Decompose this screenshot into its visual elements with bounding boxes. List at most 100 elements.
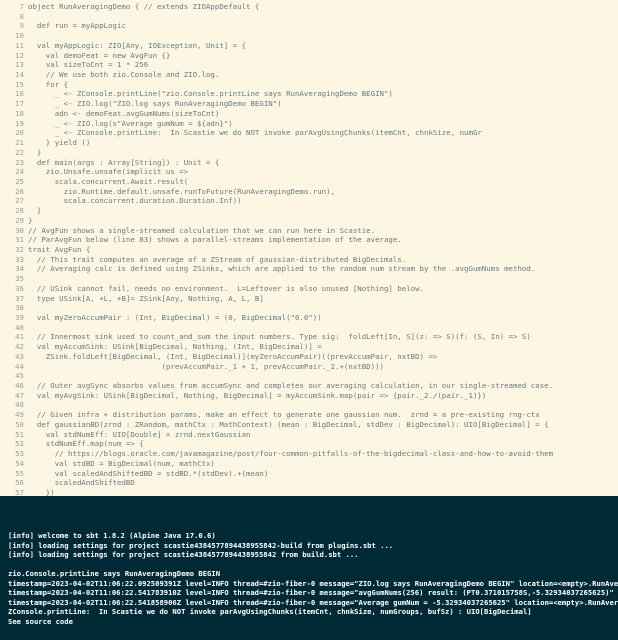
line-number-gutter: 7 8 9 10 11 12 13 14 15 16 17 18 19 20 21 22 23 24 25 26 27 2… <box>0 2 24 496</box>
line-number: 10 <box>15 31 24 41</box>
line-number: 38 <box>15 303 24 313</box>
code-line[interactable] <box>28 323 618 333</box>
code-line[interactable] <box>28 274 618 284</box>
console-line: [info] loading settings for project scas… <box>8 550 359 559</box>
line-number: 52 <box>15 439 24 449</box>
console-output: [info] welcome to sbt 1.8.2 (Alpine Java… <box>8 531 618 626</box>
line-number: 51 <box>15 429 24 439</box>
line-number: 28 <box>15 206 24 216</box>
code-line[interactable]: _ <- ZIO.log("ZIO.log says RunAveragingD… <box>28 99 618 109</box>
code-line[interactable]: zio.Unsafe.unsafe(implicit us => <box>28 167 618 177</box>
code-line[interactable]: } <box>28 148 618 158</box>
code-line[interactable]: object RunAveragingDemo { // extends ZIO… <box>28 2 618 12</box>
line-number: 29 <box>15 215 24 225</box>
line-number: 20 <box>15 128 24 138</box>
line-number: 53 <box>15 449 24 459</box>
code-line[interactable]: val myAccumSink: USink[BigDecimal, Nothi… <box>28 342 618 352</box>
code-line[interactable] <box>28 303 618 313</box>
console-line: [info] loading settings for project scas… <box>8 540 394 550</box>
code-line[interactable]: } yield () <box>28 138 618 148</box>
code-line[interactable]: def gaussianBD(zrnd : ZRandom, mathCtx :… <box>28 420 618 430</box>
console-line: timestamp=2023-04-02T11:06:22.541783910Z… <box>8 588 614 597</box>
line-number: 39 <box>15 313 24 322</box>
line-number: 56 <box>15 478 24 488</box>
code-line[interactable]: val stdBD = BigDecimal(num, mathCtx) <box>28 459 618 469</box>
code-line[interactable] <box>28 371 618 381</box>
code-line[interactable]: } <box>28 206 618 216</box>
line-number: 35 <box>15 274 24 284</box>
code-line[interactable]: // AvgFun shows a single-streamed calcul… <box>28 226 618 236</box>
line-number: 9 <box>19 21 24 31</box>
line-number: 17 <box>15 99 24 109</box>
code-line[interactable]: val sizeToCnt = 1 * 256 <box>28 60 618 70</box>
line-number: 45 <box>15 371 24 381</box>
code-line[interactable]: _ <- ZConsole.printLine("zio.Console.pri… <box>28 89 618 99</box>
line-number: 50 <box>15 419 24 429</box>
code-line[interactable]: for { <box>28 80 618 90</box>
code-content[interactable]: object RunAveragingDemo { // extends ZIO… <box>28 2 618 496</box>
code-line[interactable]: // Outer avgSync absorbs values from acc… <box>28 381 618 391</box>
line-number: 34 <box>15 264 24 274</box>
code-line[interactable]: } <box>28 216 618 226</box>
line-number: 8 <box>19 11 24 21</box>
code-line[interactable]: // https://blogs.oracle.com/javamagazine… <box>28 449 618 459</box>
line-number: 37 <box>15 293 24 303</box>
console-line: timestamp=2023-04-02T11:06:22.541858906Z… <box>8 597 618 607</box>
code-line[interactable] <box>28 400 618 410</box>
code-line[interactable]: _ <- ZIO.log(s"Average gumNum = ${adn}") <box>28 119 618 129</box>
line-number: 48 <box>15 400 24 410</box>
line-number: 26 <box>15 186 24 196</box>
code-line[interactable]: // Given infra + distribution params, ma… <box>28 410 618 420</box>
code-line[interactable]: scala.concurrent.duration.Duration.Inf)) <box>28 196 618 206</box>
line-number: 19 <box>15 118 24 128</box>
line-number: 27 <box>15 196 24 206</box>
code-editor[interactable]: 7 8 9 10 11 12 13 14 15 16 17 18 19 20 21 22 23 24 25 26 27 2… <box>0 0 618 496</box>
line-number: 13 <box>15 60 24 70</box>
code-line[interactable]: val scaledAndShiftedBD = stdBD.*(stdDev)… <box>28 469 618 479</box>
code-line[interactable]: (prevAccumPair._1 + 1, prevAccumPair._2.… <box>28 362 618 372</box>
code-line[interactable]: zio.Runtime.default.unsafe.runToFuture(R… <box>28 187 618 197</box>
code-line[interactable] <box>28 12 618 22</box>
line-number: 33 <box>15 254 24 264</box>
code-line[interactable]: // Innermost sink used to count_and_sum … <box>28 332 618 342</box>
console-line: ZConsole.printLine: In Scastie we do NOT… <box>8 607 532 616</box>
console-line: zio.Console.printLine says RunAveragingD… <box>8 569 221 578</box>
code-line[interactable]: val myAvgSink: USink[BigDecimal, Nothing… <box>28 391 618 401</box>
code-line[interactable]: // We use both zio.Console and ZIO.log. <box>28 70 618 80</box>
code-line[interactable]: // USink cannot fail, needs no environme… <box>28 284 618 294</box>
line-number: 22 <box>15 147 24 157</box>
code-line[interactable]: val demoFeat = new AvgFun {} <box>28 51 618 61</box>
code-line[interactable]: ZSink.foldLeft[BigDecimal, (Int, BigDeci… <box>28 352 618 362</box>
console-line: timestamp=2023-04-02T11:06:22.092509391Z… <box>8 578 618 588</box>
code-line[interactable]: trait AvgFun { <box>28 245 618 255</box>
output-console[interactable]: [info] welcome to sbt 1.8.2 (Alpine Java… <box>0 496 618 640</box>
line-number: 54 <box>15 458 24 468</box>
code-line[interactable]: scala.concurrent.Await.result( <box>28 177 618 187</box>
line-number: 23 <box>15 157 24 167</box>
code-line[interactable]: val myZeroAccumPair : (Int, BigDecimal) … <box>28 313 618 323</box>
code-line[interactable]: def main(args : Array[String]) : Unit = … <box>28 158 618 168</box>
code-line[interactable]: _ <- ZConsole.printLine: In Scastie we d… <box>28 128 618 138</box>
line-number: 11 <box>15 40 24 50</box>
line-number: 42 <box>15 342 24 352</box>
line-number: 46 <box>15 381 24 391</box>
line-number: 24 <box>15 167 24 177</box>
line-number: 36 <box>15 283 24 293</box>
code-line[interactable]: adn <- demoFeat.avgGumNums(sizeToCnt) <box>28 109 618 119</box>
code-line[interactable]: type USink[A, +L, +B]= ZSink[Any, Nothin… <box>28 294 618 304</box>
code-line[interactable]: scaledAndShiftedBD <box>28 478 618 488</box>
code-line[interactable]: // ParAvgFun below (line 83) shows a par… <box>28 235 618 245</box>
line-number: 49 <box>15 410 24 420</box>
line-number: 14 <box>15 70 24 80</box>
code-line[interactable]: // This trait computes an average of a Z… <box>28 255 618 265</box>
console-line: See source code <box>8 616 73 626</box>
code-line[interactable]: val stdNumEff: UIO[Double] = zrnd.nextGa… <box>28 430 618 440</box>
code-line[interactable]: // Averaging calc is defined using ZSink… <box>28 264 618 274</box>
code-line[interactable]: stdNumEff.map(num => { <box>28 439 618 449</box>
code-line[interactable] <box>28 31 618 41</box>
line-number: 7 <box>19 2 24 11</box>
code-line[interactable]: val myAppLogic: ZIO[Any, IOException, Un… <box>28 41 618 51</box>
code-line[interactable]: def run = myAppLogic <box>28 21 618 31</box>
code-line[interactable]: }) <box>28 488 618 496</box>
